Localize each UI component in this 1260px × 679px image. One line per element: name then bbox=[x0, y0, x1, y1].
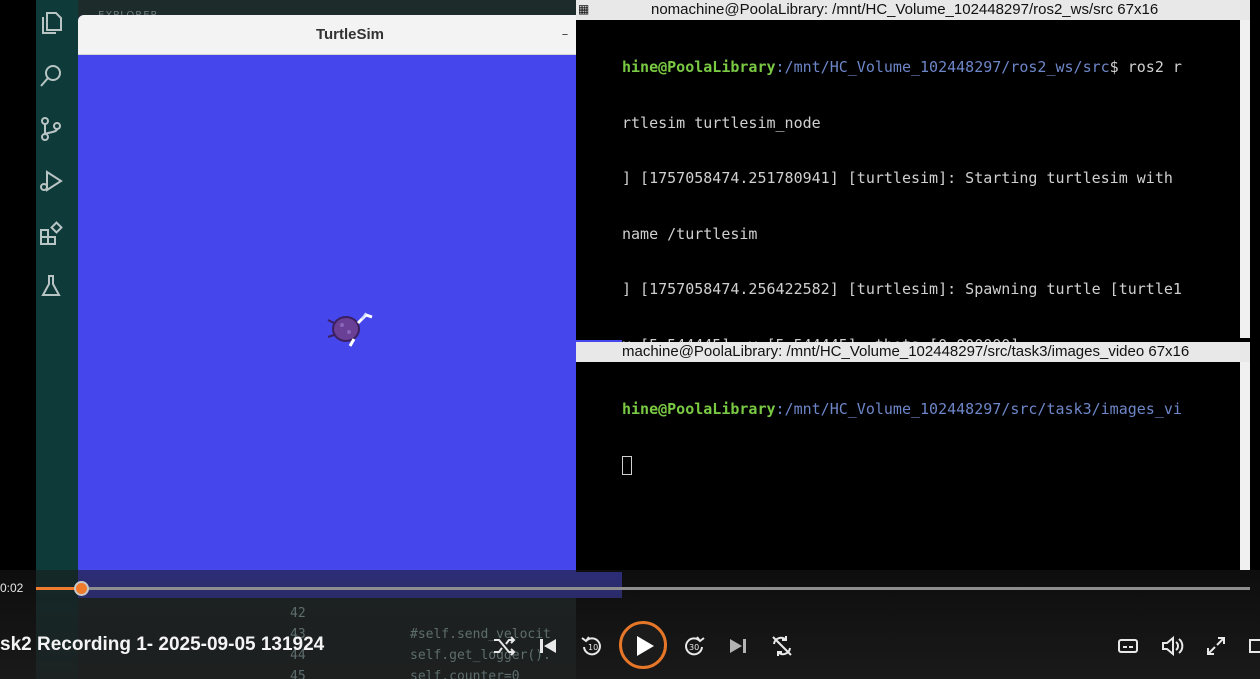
video-title: sk2 Recording 1- 2025-09-05 131924 bbox=[0, 634, 325, 655]
turtle-icon bbox=[324, 305, 374, 349]
terminal-2-scrollbar[interactable] bbox=[1240, 362, 1250, 570]
terminal-window-2[interactable]: machine@PoolaLibrary: /mnt/HC_Volume_102… bbox=[576, 342, 1250, 572]
play-button[interactable] bbox=[619, 621, 667, 669]
turtlesim-window: TurtleSim – ✕ bbox=[78, 15, 622, 598]
explorer-icon[interactable] bbox=[38, 10, 64, 36]
testing-icon[interactable] bbox=[38, 273, 64, 299]
terminal-cursor bbox=[622, 455, 632, 475]
turtlesim-canvas bbox=[78, 55, 622, 598]
terminal-1-title: nomachine@PoolaLibrary: /mnt/HC_Volume_1… bbox=[576, 0, 1250, 20]
terminal-1-scrollbar[interactable] bbox=[1240, 20, 1250, 338]
elapsed-time: 0:02 bbox=[0, 581, 24, 595]
extensions-icon[interactable] bbox=[38, 221, 64, 247]
run-debug-icon[interactable] bbox=[38, 168, 64, 194]
source-control-icon[interactable] bbox=[38, 116, 64, 142]
volume-icon[interactable] bbox=[1159, 633, 1185, 659]
progress-track[interactable] bbox=[36, 587, 1250, 590]
forward-30-icon[interactable]: 30 bbox=[681, 633, 707, 659]
minimize-button[interactable]: – bbox=[554, 24, 576, 46]
window-grid-icon: ▦ bbox=[578, 2, 590, 16]
play-icon bbox=[637, 636, 654, 656]
fullscreen-icon[interactable] bbox=[1203, 633, 1229, 659]
code-line-number: 45 bbox=[290, 669, 306, 679]
code-line: self.get_logger(). bbox=[410, 648, 551, 663]
terminal-2-output: hine@PoolaLibrary:/mnt/HC_Volume_1024482… bbox=[622, 364, 1242, 511]
next-icon[interactable] bbox=[725, 633, 751, 659]
code-line-number: 42 bbox=[290, 606, 306, 621]
terminal-1-output: hine@PoolaLibrary:/mnt/HC_Volume_1024482… bbox=[622, 58, 1182, 354]
window-title: TurtleSim bbox=[315, 26, 385, 43]
svg-text:30: 30 bbox=[689, 643, 699, 652]
miniplayer-icon[interactable] bbox=[1246, 633, 1260, 659]
terminal-2-title: machine@PoolaLibrary: /mnt/HC_Volume_102… bbox=[576, 342, 1250, 362]
terminal-window-1[interactable]: nomachine@PoolaLibrary: /mnt/HC_Volume_1… bbox=[576, 0, 1250, 354]
code-line: self.counter=0 bbox=[410, 669, 520, 679]
turtlesim-titlebar[interactable]: TurtleSim – ✕ bbox=[78, 15, 622, 55]
rewind-10-icon[interactable]: 10 bbox=[579, 633, 605, 659]
svg-text:10: 10 bbox=[588, 643, 598, 652]
code-line: #self.send_velocit bbox=[410, 627, 551, 642]
shuffle-icon[interactable] bbox=[491, 633, 517, 659]
repeat-icon[interactable] bbox=[769, 633, 795, 659]
subtitles-icon[interactable] bbox=[1115, 633, 1141, 659]
search-icon[interactable] bbox=[38, 63, 64, 89]
previous-icon[interactable] bbox=[535, 633, 561, 659]
